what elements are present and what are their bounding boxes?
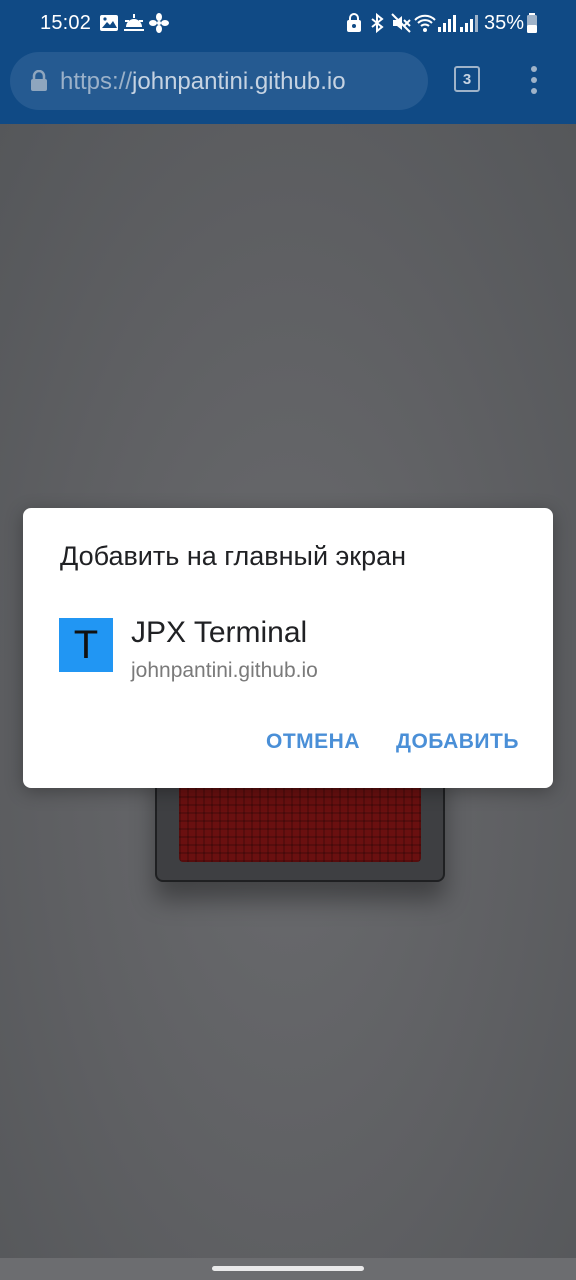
fan-icon: [149, 13, 169, 33]
gallery-icon: [100, 15, 118, 31]
status-time: 15:02: [40, 12, 92, 34]
url-scheme: https://: [60, 68, 133, 95]
app-url: johnpantini.github.io: [131, 659, 318, 682]
status-bar: 15:02 35%: [0, 0, 576, 48]
add-to-homescreen-dialog: Добавить на главный экран T JPX Terminal…: [23, 508, 553, 788]
url-text: https://johnpantini.github.io: [60, 68, 346, 96]
browser-toolbar: https://johnpantini.github.io 3: [0, 48, 576, 124]
lock-icon: [31, 70, 47, 91]
vpn-lock-icon: [347, 13, 361, 32]
signal-icon: [460, 15, 478, 32]
add-button[interactable]: ДОБАВИТЬ: [396, 730, 519, 754]
mute-icon: [391, 13, 411, 33]
home-gesture-handle[interactable]: [212, 1266, 364, 1271]
wifi-icon: [414, 14, 436, 32]
address-bar[interactable]: https://johnpantini.github.io: [10, 52, 428, 110]
cancel-button[interactable]: ОТМЕНА: [266, 730, 360, 754]
navigation-bar: [0, 1258, 576, 1280]
app-icon: T: [59, 618, 113, 672]
battery-icon: [527, 13, 537, 33]
weather-icon: [124, 14, 144, 31]
tab-switcher-button[interactable]: 3: [454, 66, 480, 92]
bluetooth-icon: [371, 12, 384, 34]
app-name[interactable]: JPX Terminal: [131, 616, 307, 650]
menu-icon[interactable]: [520, 64, 548, 96]
battery-percent: 35%: [484, 12, 525, 34]
dialog-title: Добавить на главный экран: [60, 541, 407, 571]
url-host: johnpantini.github.io: [132, 68, 346, 95]
signal-icon: [438, 15, 456, 32]
